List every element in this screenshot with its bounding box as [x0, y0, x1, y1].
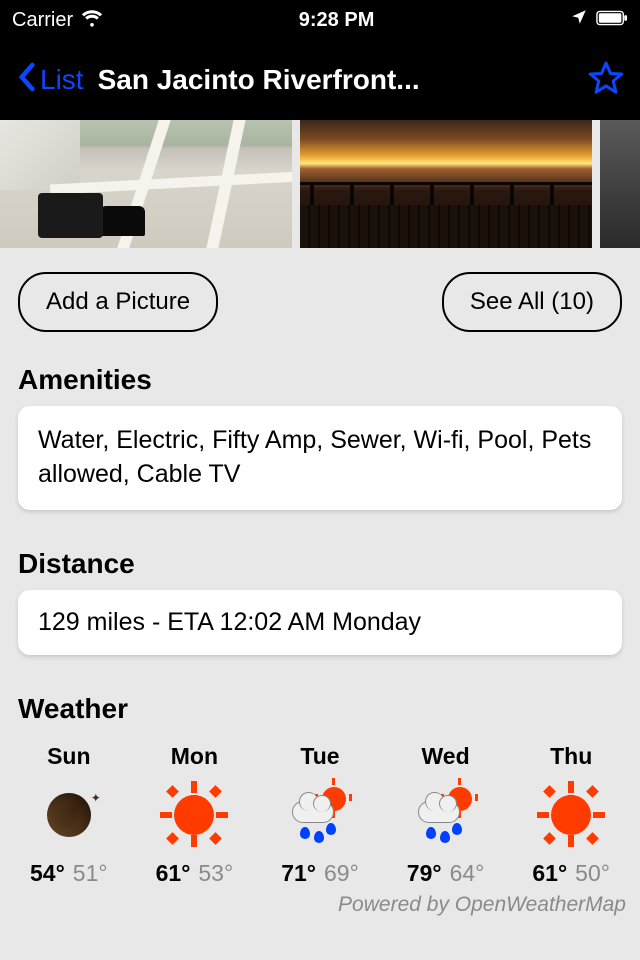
photo-thumbnail[interactable]	[0, 120, 292, 248]
location-icon	[570, 8, 588, 32]
weather-lo: 50°	[575, 860, 610, 887]
back-button[interactable]: List	[16, 61, 84, 100]
weather-day: Thu 61° 50°	[508, 743, 634, 887]
page-title: San Jacinto Riverfront...	[92, 64, 580, 96]
status-time: 9:28 PM	[299, 9, 375, 32]
weather-lo: 69°	[324, 860, 359, 887]
carrier-label: Carrier	[12, 9, 73, 32]
weather-hi: 61°	[532, 860, 567, 887]
weather-hi: 54°	[30, 860, 65, 887]
star-icon	[588, 83, 624, 100]
photo-thumbnail[interactable]	[300, 120, 592, 248]
weather-header: Weather	[0, 685, 640, 735]
rain-icon	[417, 786, 475, 844]
weather-day-label: Wed	[422, 743, 470, 770]
distance-card: 129 miles - ETA 12:02 AM Monday	[18, 590, 622, 656]
weather-hi: 79°	[407, 860, 442, 887]
weather-attribution: Powered by OpenWeatherMap	[0, 887, 640, 917]
wifi-icon	[81, 6, 103, 34]
photo-thumbnail[interactable]	[600, 120, 640, 248]
rain-icon	[291, 786, 349, 844]
weather-day-label: Sun	[47, 743, 90, 770]
amenities-header: Amenities	[0, 356, 640, 406]
photos-carousel[interactable]	[0, 120, 640, 248]
weather-day-label: Mon	[171, 743, 218, 770]
see-all-photos-button[interactable]: See All (10)	[442, 272, 622, 332]
favorite-button[interactable]	[588, 60, 624, 101]
weather-day: Wed 79° 64°	[383, 743, 509, 887]
distance-header: Distance	[0, 540, 640, 590]
sun-icon	[542, 786, 600, 844]
back-label: List	[40, 64, 84, 96]
weather-day: Mon 61° 53°	[132, 743, 258, 887]
sun-icon	[165, 786, 223, 844]
chevron-left-icon	[16, 61, 38, 100]
weather-day-label: Thu	[550, 743, 592, 770]
battery-icon	[596, 9, 628, 32]
amenities-card: Water, Electric, Fifty Amp, Sewer, Wi-fi…	[18, 406, 622, 510]
status-bar: Carrier 9:28 PM	[0, 0, 640, 40]
weather-day-label: Tue	[300, 743, 339, 770]
weather-lo: 51°	[73, 860, 108, 887]
weather-lo: 64°	[450, 860, 485, 887]
weather-forecast-row: Sun 54° 51° Mon 61° 53° Tue 71° 69° Wed 79°…	[0, 735, 640, 887]
add-picture-button[interactable]: Add a Picture	[18, 272, 218, 332]
nav-bar: List San Jacinto Riverfront...	[0, 40, 640, 120]
weather-lo: 53°	[198, 860, 233, 887]
weather-day: Tue 71° 69°	[257, 743, 383, 887]
weather-day: Sun 54° 51°	[6, 743, 132, 887]
moon-icon	[40, 786, 98, 844]
weather-hi: 61°	[156, 860, 191, 887]
weather-hi: 71°	[281, 860, 316, 887]
